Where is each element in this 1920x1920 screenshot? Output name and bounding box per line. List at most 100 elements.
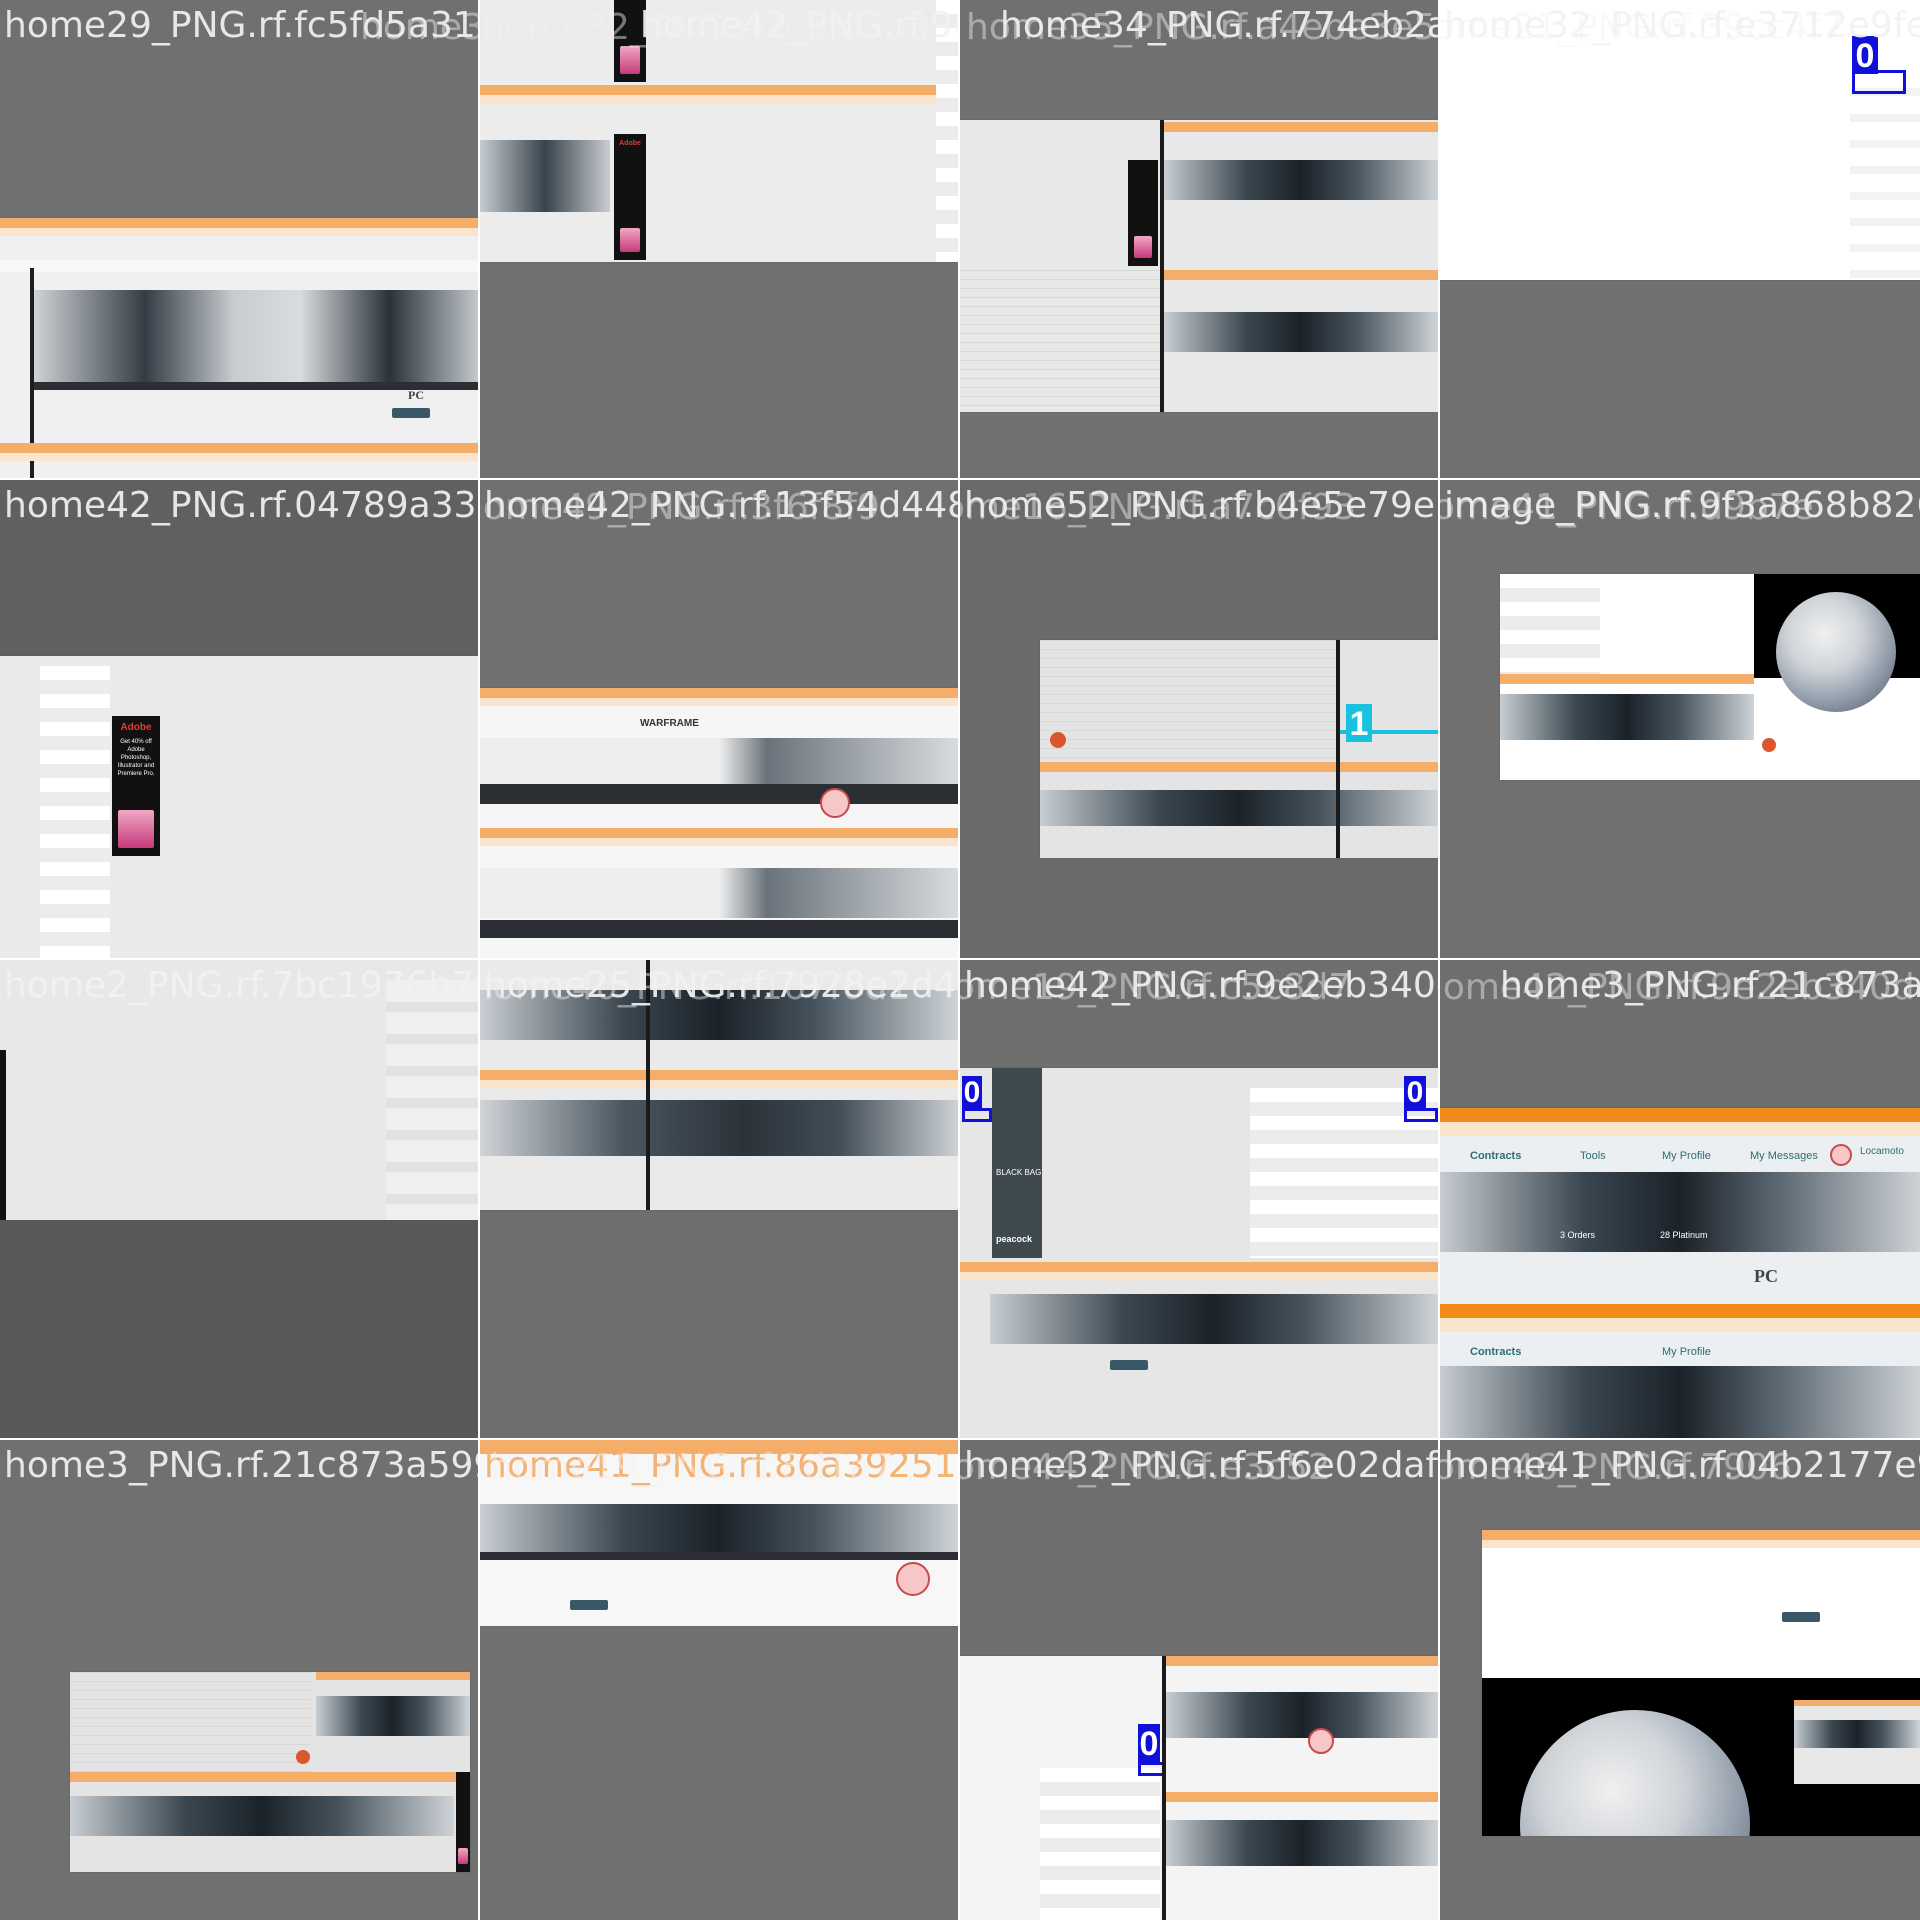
profile-banner-2 (1440, 1366, 1920, 1438)
image-grid: PC home29_PNG.rf.fc5fd5a310 home3_PNG.rf… (0, 0, 1920, 1920)
action-button[interactable] (1762, 738, 1776, 752)
tile-4: 0 home32_PNG.rf.e3712e9fe27f0 home21_PNG… (1440, 0, 1920, 478)
contracts-tab-2[interactable]: Contracts (1470, 1346, 1521, 1358)
screenshot: 1 (1040, 640, 1438, 858)
profile-banner (480, 738, 958, 786)
browser-urlbar (480, 1080, 958, 1088)
tile-9: home2_PNG.rf.7bc1976b70 (0, 960, 478, 1438)
avatar (820, 788, 850, 818)
stats-strip (480, 784, 958, 804)
stats-strip (480, 1552, 958, 1560)
edit-profile-button[interactable] (570, 1600, 608, 1610)
avatar (896, 1562, 930, 1596)
browser-tabbar (0, 218, 478, 228)
tile-title-overlap: home21_PNG.rf.39cc4f7 (1440, 7, 1845, 48)
browser-urlbar (0, 228, 478, 236)
browser-tabbar (1164, 122, 1438, 132)
browser-tabbar-2 (0, 443, 478, 453)
browser-tabbar (480, 1070, 958, 1080)
tile-title-overlap: home19_PNG.rf.8d1a7 (490, 1447, 894, 1488)
browser-urlbar-2 (0, 453, 478, 461)
browser-tabbar (1040, 762, 1438, 772)
tile-10: home25_PNG.rf.7928e2d4400 home40_PNG.rf.… (480, 960, 958, 1438)
detection-label: 1 (1346, 704, 1372, 743)
tile-11: BLACK BAG peacock 0 0 home42_PNG.rf.9e2e… (960, 960, 1438, 1438)
profile-banner (1164, 160, 1438, 200)
site-nav (0, 260, 478, 272)
screenshot: BLACK BAG peacock 0 0 (960, 1068, 1438, 1438)
detection-box-1 (962, 1108, 992, 1122)
ad-image (620, 228, 640, 252)
profile-banner-2 (70, 1796, 454, 1836)
my-profile-tab-2[interactable]: My Profile (1662, 1346, 1711, 1358)
adobe-ad: Adobe (614, 134, 646, 260)
tile-3: home34_PNG.rf.774eb2a6989 home35_PNG.rf.… (960, 0, 1438, 478)
tile-title: home3_PNG.rf.21c873a599 (4, 1445, 478, 1486)
platform-label: PC (408, 388, 424, 402)
browser-urlbar-2 (480, 838, 958, 846)
tile-title-overlap: home40_PNG.rf.167f0d1 (480, 967, 911, 1008)
browser-tabbar (1166, 1656, 1438, 1666)
left-panel (960, 270, 1160, 412)
tile-title-overlap: home19_PNG.rf.c5c8d7 (960, 967, 1352, 1008)
left-panel (1040, 640, 1340, 770)
tile-7: 1 home52_PNG.rf.b4e5e79eb8fa1 home16_PNG… (960, 480, 1438, 958)
screenshot (1500, 574, 1920, 780)
tile-title-overlap: home42_PNG.rf.9e2eb340d4a1 (1440, 967, 1920, 1008)
screenshot: Contracts Tools My Profile My Messages L… (1440, 1108, 1920, 1438)
ad-brand: Adobe (120, 722, 152, 733)
browser-tabbar (480, 85, 958, 95)
tile-title-overlap: home41_PNG.rf.d9b7e (1440, 487, 1814, 528)
tile-5: Adobe Get 40% off Adobe Photoshop, Illus… (0, 480, 478, 958)
edit-profile-button[interactable] (392, 408, 430, 418)
tile-title-overlap: home35_PNG.rf.a4ebe3e5 (966, 7, 1437, 48)
moon-photo (1754, 574, 1920, 712)
tile-title-overlap: home3_PNG.rf.c55f9c0a4e9fbdb (360, 7, 478, 48)
tools-tab[interactable]: Tools (1580, 1150, 1606, 1162)
profile-banner-2 (480, 1100, 958, 1156)
edit-profile-button[interactable] (1110, 1360, 1148, 1370)
browser-tabbar-2 (1440, 1304, 1920, 1318)
browser-tabbar (1482, 1530, 1920, 1540)
contracts-tab[interactable]: Contracts (1470, 1150, 1521, 1162)
order-list (1500, 574, 1600, 674)
action-button[interactable] (1050, 732, 1066, 748)
order-list (1040, 1768, 1160, 1920)
browser-tabbar-2 (1794, 1700, 1920, 1706)
tile-14: home41_PNG.rf.86a39251041e home19_PNG.rf… (480, 1440, 958, 1920)
orders-stat: 3 Orders (1560, 1230, 1596, 1240)
browser-tabbar-2 (1166, 1792, 1438, 1802)
warframe-logo: WARFRAME (640, 718, 699, 729)
tile-title: home42_PNG.rf.04789a332 (4, 485, 478, 526)
action-button[interactable] (296, 1750, 310, 1764)
ad-image (458, 1848, 468, 1864)
inset-screenshot (1794, 1700, 1920, 1784)
screenshot: 0 (960, 1656, 1438, 1920)
divider (0, 1050, 6, 1220)
stats-strip-2 (480, 920, 958, 938)
ad-brand: Adobe (619, 140, 641, 147)
browser-tabbar-2 (1164, 270, 1438, 280)
browser-tabbar (1500, 674, 1754, 684)
profile-banner-2 (480, 868, 958, 918)
adobe-ad (1128, 160, 1158, 266)
browser-urlbar (480, 95, 958, 103)
profile-banner (480, 140, 610, 212)
my-messages-tab[interactable]: My Messages (1750, 1150, 1818, 1162)
screenshot: Adobe Get 40% off Adobe Photoshop, Illus… (0, 656, 478, 958)
browser-urlbar-2 (1440, 1318, 1920, 1332)
detection-label-1: 0 (962, 1076, 982, 1110)
adobe-ad (456, 1772, 470, 1872)
profile-banner (990, 1294, 1438, 1344)
screenshot: WARFRAME (480, 688, 958, 958)
detection-label: 0 (1138, 1724, 1160, 1763)
my-profile-tab[interactable]: My Profile (1662, 1150, 1711, 1162)
ad-text: Get 40% off Adobe Photoshop, Illustrator… (117, 739, 155, 777)
tile-title-overlap: home44_PNG.rf.e3c52 (960, 1447, 1331, 1488)
edit-profile-button[interactable] (1782, 1612, 1820, 1622)
left-panel (70, 1672, 310, 1772)
tile-8: image_PNG.rf.9f3a868b8264 home41_PNG.rf.… (1440, 480, 1920, 958)
avatar (1308, 1728, 1334, 1754)
profile-banner (1440, 1172, 1920, 1252)
tile-title-overlap: home16_PNG.rf.a7c0f93 (960, 487, 1357, 528)
